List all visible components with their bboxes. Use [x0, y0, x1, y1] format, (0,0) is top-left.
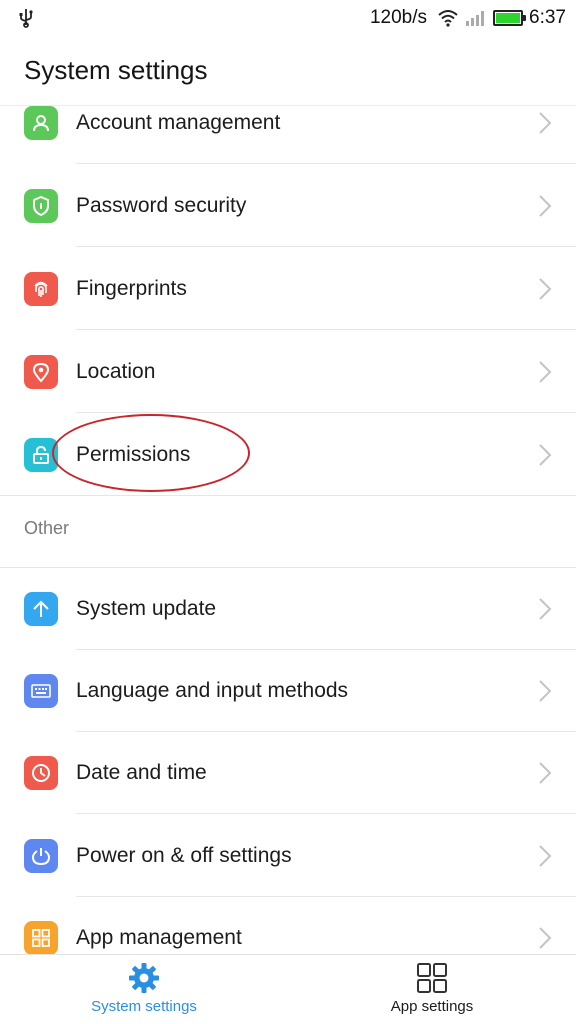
nav-app-settings[interactable]: App settings — [288, 955, 576, 1024]
shield-icon-badge — [24, 189, 58, 223]
settings-item-system-update[interactable]: System update — [0, 568, 576, 650]
settings-list[interactable]: Account management Password security Fin… — [0, 106, 576, 954]
arrow-up-icon-badge — [24, 592, 58, 626]
network-speed: 120b/s — [369, 7, 428, 28]
chevron-right-icon — [539, 195, 552, 217]
settings-item-label: Date and time — [76, 761, 207, 784]
usb-icon — [19, 9, 33, 28]
clock-time: 6:37 — [529, 7, 566, 28]
person-icon-badge — [24, 106, 58, 140]
fingerprint-icon — [34, 281, 48, 297]
bottom-nav: System settings App settings — [0, 954, 576, 1024]
chevron-right-icon — [539, 278, 552, 300]
nav-label: App settings — [390, 998, 474, 1015]
keyboard-icon — [31, 684, 51, 698]
settings-item-power-on-off[interactable]: Power on & off settings — [0, 815, 576, 897]
grid-icon — [32, 929, 50, 947]
page-title: System settings — [24, 55, 208, 85]
clock-icon — [32, 764, 50, 782]
keyboard-icon-badge — [24, 674, 58, 708]
location-pin-icon-badge — [24, 355, 58, 389]
chevron-right-icon — [539, 927, 552, 949]
divider — [76, 329, 576, 330]
settings-item-label: Location — [76, 360, 156, 383]
settings-item-label: Language and input methods — [76, 679, 349, 702]
battery-level — [496, 13, 521, 23]
divider — [76, 412, 576, 413]
settings-item-date-time[interactable]: Date and time — [0, 732, 576, 814]
battery-icon — [493, 10, 527, 26]
chevron-right-icon — [539, 444, 552, 466]
divider — [76, 813, 576, 814]
grid-icon-badge — [24, 921, 58, 954]
settings-item-label: System update — [76, 597, 217, 620]
fingerprint-icon-badge — [24, 272, 58, 306]
settings-item-label: Power on & off settings — [76, 844, 292, 867]
wifi-icon — [438, 10, 458, 27]
settings-item-label: Account management — [76, 111, 281, 134]
shield-icon — [33, 195, 49, 217]
section-title: Other — [24, 518, 70, 538]
settings-item-language-input[interactable]: Language and input methods — [0, 650, 576, 732]
settings-item-password-security[interactable]: Password security — [0, 165, 576, 247]
grid-icon — [417, 963, 447, 993]
settings-item-label: Fingerprints — [76, 277, 187, 300]
person-icon — [33, 115, 49, 132]
chevron-right-icon — [539, 598, 552, 620]
app-header: System settings — [0, 36, 576, 106]
location-pin-icon — [32, 362, 50, 383]
settings-item-label: Permissions — [76, 443, 191, 466]
settings-item-location[interactable]: Location — [0, 331, 576, 413]
chevron-right-icon — [539, 845, 552, 867]
settings-item-fingerprints[interactable]: Fingerprints — [0, 248, 576, 330]
section-header-other: Other — [0, 496, 576, 568]
settings-item-permissions[interactable]: Permissions — [0, 414, 576, 496]
lock-icon — [33, 445, 49, 464]
divider — [76, 246, 576, 247]
signal-icon — [466, 11, 485, 26]
clock-icon-badge — [24, 756, 58, 790]
settings-item-account-management[interactable]: Account management — [0, 106, 576, 164]
chevron-right-icon — [539, 361, 552, 383]
chevron-right-icon — [539, 112, 552, 134]
lock-icon-badge — [24, 438, 58, 472]
settings-item-label: App management — [76, 926, 242, 949]
arrow-up-icon — [33, 600, 49, 617]
gear-icon — [129, 963, 159, 993]
settings-item-app-management[interactable]: App management — [0, 897, 576, 954]
status-bar: 120b/s 6:37 — [0, 0, 576, 36]
power-icon — [31, 848, 51, 866]
divider — [76, 163, 576, 164]
chevron-right-icon — [539, 762, 552, 784]
settings-item-label: Password security — [76, 194, 247, 217]
nav-label: System settings — [91, 998, 197, 1015]
power-icon-badge — [24, 839, 58, 873]
chevron-right-icon — [539, 680, 552, 702]
nav-system-settings[interactable]: System settings — [0, 955, 288, 1024]
